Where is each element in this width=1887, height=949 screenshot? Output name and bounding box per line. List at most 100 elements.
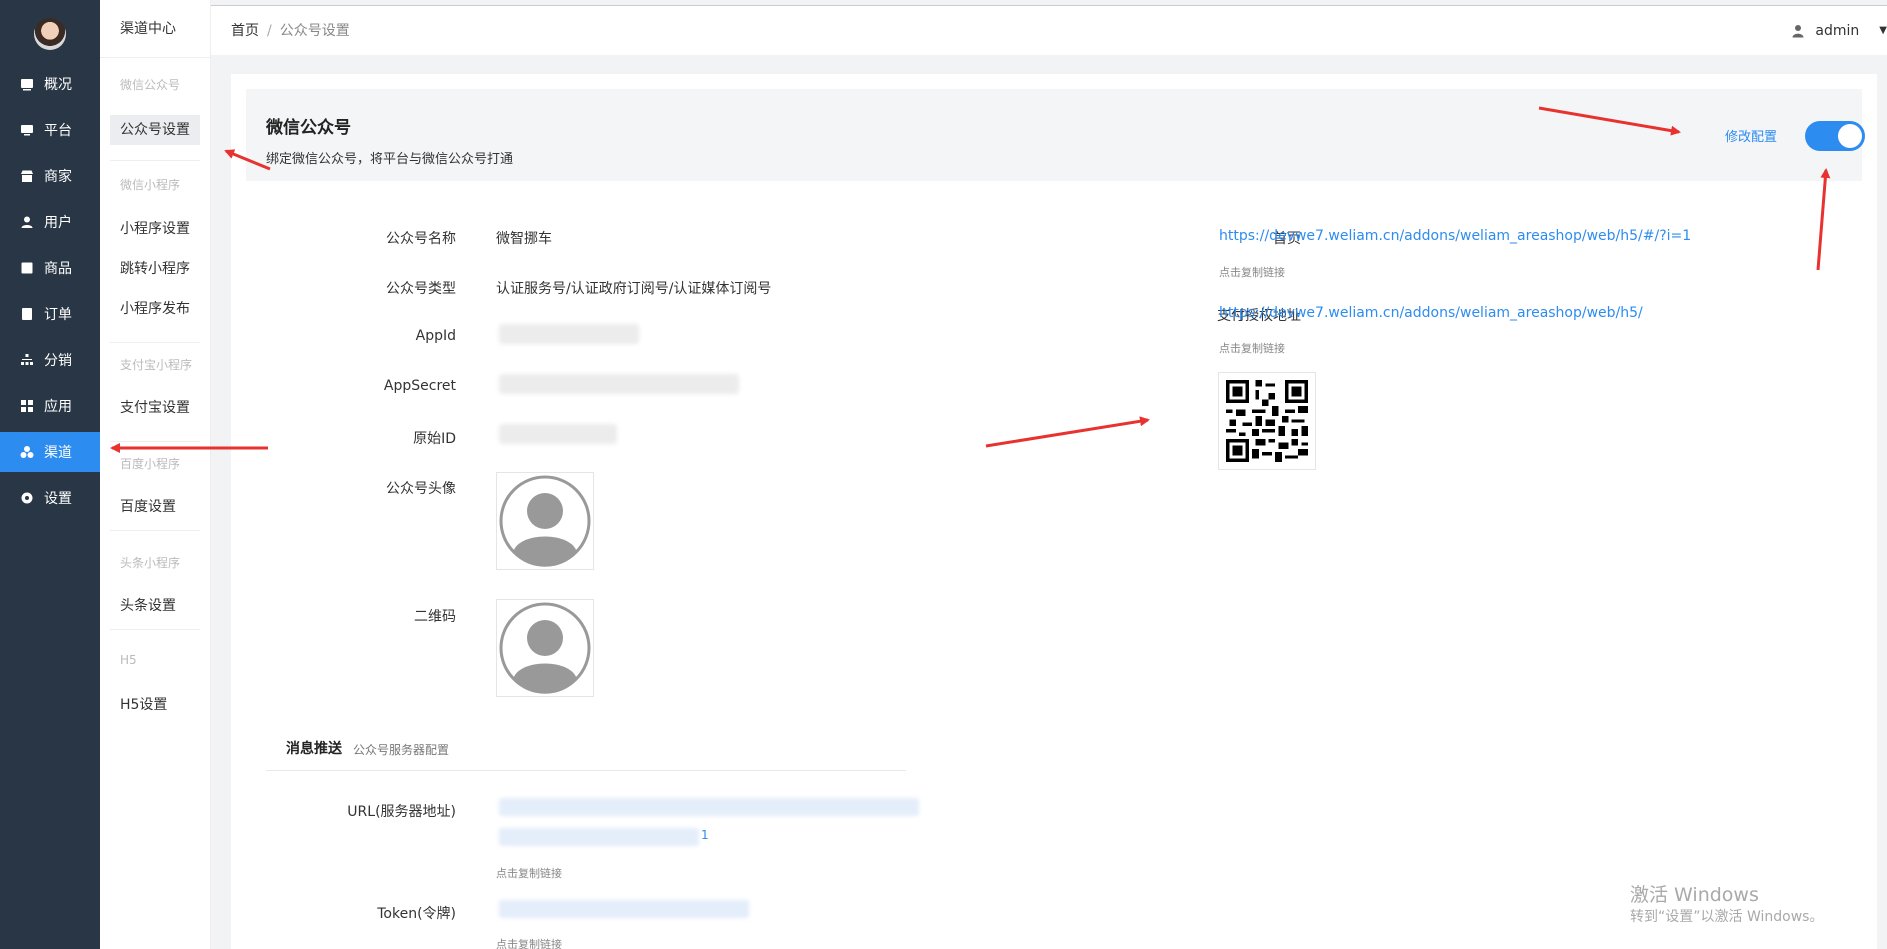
submenu-divider: [110, 342, 200, 343]
sidebar-item-platform[interactable]: 平台: [0, 110, 100, 150]
origin-id-value-redacted: [499, 424, 617, 444]
main-sidebar: 概况 平台 商家 用户 商品 订单 分销 应用 渠道 设置: [0, 0, 100, 949]
banner-title: 微信公众号: [266, 118, 351, 138]
sidebar-item-order[interactable]: 订单: [0, 294, 100, 334]
distribution-icon: [20, 353, 34, 367]
sidebar-item-label: 订单: [44, 307, 72, 323]
breadcrumb-current: 公众号设置: [279, 23, 350, 39]
enable-toggle[interactable]: [1805, 121, 1865, 151]
sidebar-item-label: 设置: [44, 491, 72, 507]
breadcrumb: 首页 / 公众号设置: [231, 6, 350, 56]
sidebar-item-label: 商品: [44, 261, 72, 277]
sidebar-item-label: 应用: [44, 399, 72, 415]
sidebar-item-user[interactable]: 用户: [0, 202, 100, 242]
submenu-item-baidu-settings[interactable]: 百度设置: [110, 492, 200, 522]
apps-icon: [20, 399, 34, 413]
submenu-divider: [110, 160, 200, 161]
sidebar-item-label: 分销: [44, 353, 72, 369]
server-url-redacted-line2: [499, 828, 699, 846]
breadcrumb-home-link[interactable]: 首页: [231, 23, 259, 39]
appid-value-redacted: [499, 324, 639, 344]
server-url-redacted: [499, 798, 919, 816]
appsecret-label: AppSecret: [383, 378, 456, 394]
submenu-group-title: 微信公众号: [120, 78, 181, 92]
sidebar-item-merchant[interactable]: 商家: [0, 156, 100, 196]
monitor-icon: [20, 123, 34, 137]
submenu-item-wechat-settings[interactable]: 公众号设置: [110, 115, 200, 145]
message-push-subtitle: 公众号服务器配置: [353, 743, 450, 757]
banner-description: 绑定微信公众号，将平台与微信公众号打通: [266, 152, 514, 167]
sidebar-item-distribution[interactable]: 分销: [0, 340, 100, 380]
submenu-group-title: 头条小程序: [120, 556, 181, 570]
home-url-link[interactable]: https://devwe7.weliam.cn/addons/weliam_a…: [1219, 228, 1691, 244]
goods-icon: [20, 261, 34, 275]
submenu-item-toutiao-settings[interactable]: 头条设置: [110, 591, 200, 621]
submenu-divider: [110, 441, 200, 442]
sidebar-item-label: 渠道: [44, 445, 72, 461]
account-avatar-label: 公众号头像: [386, 481, 456, 497]
user-menu[interactable]: admin ▼: [1791, 6, 1887, 56]
submenu-item-jump-miniprogram[interactable]: 跳转小程序: [110, 254, 200, 284]
token-label: Token(令牌): [377, 906, 456, 922]
user-avatar[interactable]: [34, 18, 66, 50]
server-url-copy-hint[interactable]: 点击复制链接: [496, 865, 562, 881]
topbar: 首页 / 公众号设置 admin ▼: [211, 5, 1887, 55]
user-icon: [1792, 25, 1804, 38]
server-url-tail[interactable]: 1: [701, 828, 709, 842]
sidebar-item-overview[interactable]: 概况: [0, 64, 100, 104]
edit-config-link[interactable]: 修改配置: [1725, 126, 1777, 145]
toggle-knob: [1838, 124, 1862, 148]
submenu-divider: [110, 530, 200, 531]
windows-activation-hint: 转到“设置”以激活 Windows。: [1630, 909, 1824, 925]
app-window: 概况 平台 商家 用户 商品 订单 分销 应用 渠道 设置 渠道中心 微信公众号…: [0, 0, 1887, 949]
sidebar-item-label: 概况: [44, 77, 72, 93]
account-avatar-image: [496, 472, 594, 570]
pay-auth-url-link[interactable]: https://devwe7.weliam.cn/addons/weliam_a…: [1219, 305, 1643, 321]
account-type-value: 认证服务号/认证政府订阅号/认证媒体订阅号: [496, 281, 772, 297]
qrcode-image: [496, 599, 594, 697]
home-qrcode-image: [1218, 372, 1316, 470]
home-url-copy-hint[interactable]: 点击复制链接: [1219, 264, 1285, 280]
username: admin: [1815, 23, 1860, 39]
account-name-label: 公众号名称: [386, 231, 456, 247]
sidebar-item-settings[interactable]: 设置: [0, 478, 100, 518]
main-content: 微信公众号 绑定微信公众号，将平台与微信公众号打通 修改配置 公众号名称 微智挪…: [231, 74, 1877, 949]
submenu-group-title: 百度小程序: [120, 457, 181, 471]
sidebar-item-goods[interactable]: 商品: [0, 248, 100, 288]
gear-icon: [20, 491, 34, 505]
user-icon: [20, 215, 34, 229]
sidebar-item-label: 平台: [44, 123, 72, 139]
server-url-label: URL(服务器地址): [347, 804, 456, 820]
origin-id-label: 原始ID: [413, 431, 456, 447]
submenu-item-alipay-settings[interactable]: 支付宝设置: [110, 393, 200, 423]
submenu-title: 渠道中心: [100, 0, 211, 58]
order-icon: [20, 307, 34, 321]
token-copy-hint[interactable]: 点击复制链接: [496, 936, 562, 949]
submenu-item-h5-settings[interactable]: H5设置: [110, 690, 200, 720]
sidebar-item-channel[interactable]: 渠道: [0, 432, 100, 472]
submenu-item-miniprogram-settings[interactable]: 小程序设置: [110, 214, 200, 244]
default-avatar-icon: [499, 475, 591, 567]
pay-auth-url-copy-hint[interactable]: 点击复制链接: [1219, 340, 1285, 356]
section-divider: [266, 770, 906, 771]
wechat-account-banner: 微信公众号 绑定微信公众号，将平台与微信公众号打通 修改配置: [246, 89, 1865, 181]
channel-submenu: 渠道中心 微信公众号 公众号设置 微信小程序 小程序设置 跳转小程序 小程序发布…: [100, 0, 211, 949]
breadcrumb-separator: /: [267, 23, 272, 39]
channel-icon: [20, 445, 34, 459]
account-type-label: 公众号类型: [386, 281, 456, 297]
qrcode-label: 二维码: [414, 609, 456, 625]
default-avatar-icon: [499, 602, 591, 694]
sidebar-item-label: 用户: [44, 215, 72, 231]
submenu-group-title: H5: [120, 653, 137, 667]
dashboard-icon: [20, 77, 34, 91]
submenu-divider: [110, 629, 200, 630]
qr-code-icon: [1226, 380, 1308, 462]
appsecret-value-redacted: [499, 374, 739, 394]
sidebar-item-apps[interactable]: 应用: [0, 386, 100, 426]
store-icon: [20, 169, 34, 183]
chevron-down-icon: ▼: [1879, 25, 1887, 36]
submenu-item-miniprogram-publish[interactable]: 小程序发布: [110, 294, 200, 324]
appid-label: AppId: [415, 328, 456, 344]
submenu-group-title: 微信小程序: [120, 178, 181, 192]
token-value-redacted: [499, 900, 749, 918]
